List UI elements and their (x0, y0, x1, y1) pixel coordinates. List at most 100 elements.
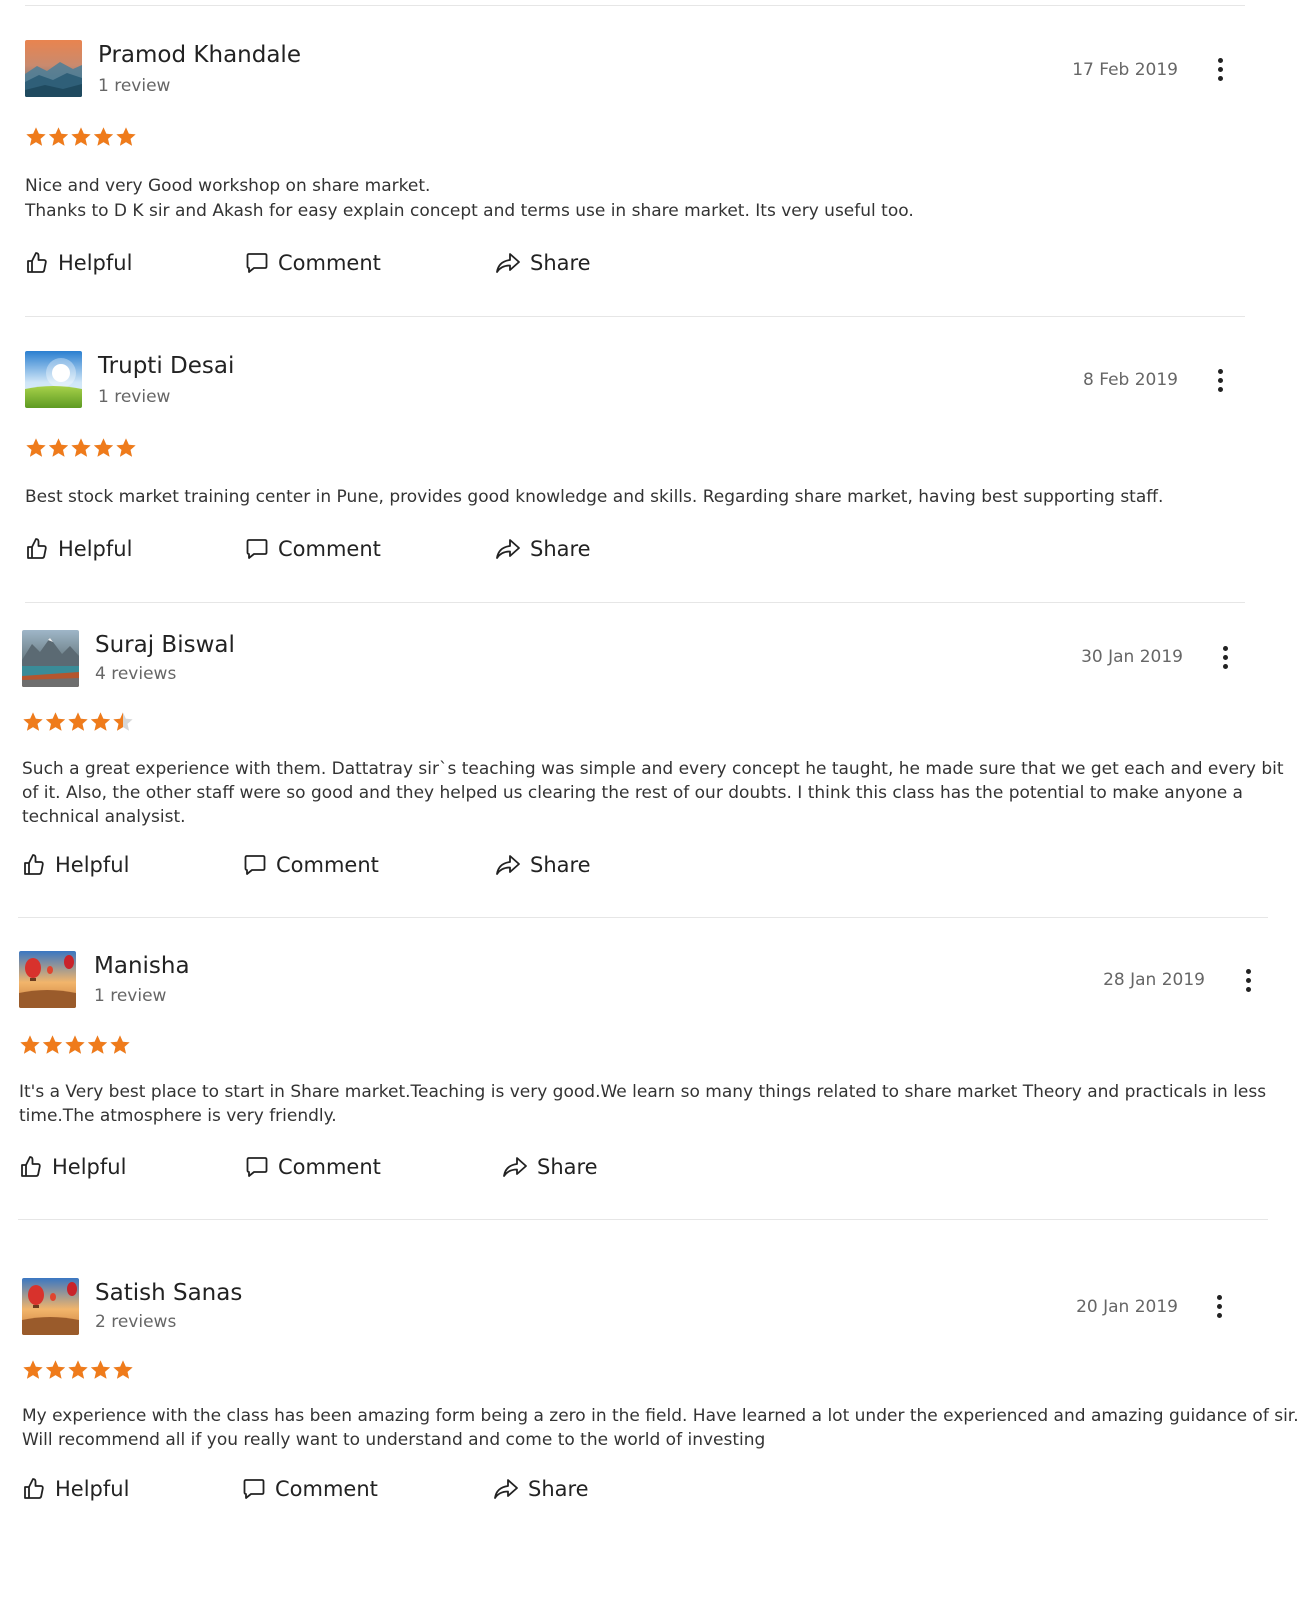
star-icon (71, 438, 91, 457)
comment-button[interactable]: Comment (245, 251, 381, 275)
reviewer-name[interactable]: Satish Sanas (95, 1280, 242, 1306)
share-button[interactable]: Share (495, 537, 591, 561)
star-icon (116, 438, 136, 457)
star-icon (68, 1360, 88, 1379)
stars-svg (23, 1360, 133, 1379)
review-date: 8 Feb 2019 (1083, 370, 1178, 390)
review-date: 20 Jan 2019 (1076, 1297, 1178, 1317)
share-label: Share (530, 853, 591, 877)
reviewer-review-count: 1 review (98, 387, 171, 407)
comment-label: Comment (275, 1477, 378, 1501)
more-options-icon[interactable] (1236, 967, 1260, 997)
review-text: Nice and very Good workshop on share mar… (25, 174, 1265, 223)
review-text-line: Nice and very Good workshop on share mar… (25, 176, 431, 196)
comment-label: Comment (278, 251, 381, 275)
reviewer-review-count: 1 review (94, 986, 167, 1006)
comment-button[interactable]: Comment (245, 537, 381, 561)
review-text-line: My experience with the class has been am… (22, 1406, 1299, 1426)
share-button[interactable]: Share (493, 1477, 589, 1501)
thumbs-up-icon (24, 1478, 44, 1499)
review-text-line: Best stock market training center in Pun… (25, 487, 1164, 507)
comment-button[interactable]: Comment (242, 1477, 378, 1501)
comment-icon (244, 855, 266, 875)
share-label: Share (530, 537, 591, 561)
more-options-icon[interactable] (1213, 644, 1237, 674)
comment-button[interactable]: Comment (243, 853, 379, 877)
review-text: Best stock market training center in Pun… (25, 485, 1265, 509)
star-icon (116, 127, 136, 146)
star-icon (65, 1035, 85, 1054)
reviewer-name[interactable]: Suraj Biswal (95, 632, 235, 658)
reviewer-avatar (22, 1278, 79, 1335)
star-icon (45, 712, 66, 731)
review-text-line: time.The atmosphere is very friendly. (19, 1106, 337, 1126)
share-button[interactable]: Share (495, 251, 591, 275)
share-icon (496, 855, 520, 875)
share-button[interactable]: Share (495, 853, 591, 877)
thumbs-up-icon (24, 854, 44, 875)
thumbs-up-icon (21, 1156, 41, 1177)
more-options-icon[interactable] (1208, 56, 1232, 86)
helpful-button[interactable]: Helpful (25, 537, 132, 561)
review-text-line: of it. Also, the other staff were so goo… (22, 783, 1243, 803)
review-text-line: technical analysist. (22, 807, 186, 827)
reviewer-avatar (19, 951, 76, 1008)
review-date: 30 Jan 2019 (1081, 647, 1183, 667)
share-icon (503, 1157, 527, 1177)
review-divider (25, 602, 1245, 603)
share-button[interactable]: Share (502, 1155, 598, 1179)
star-icon (23, 1360, 43, 1379)
star-rating (19, 1034, 132, 1058)
star-icon (42, 1035, 63, 1054)
star-icon (93, 127, 114, 146)
review-divider (25, 5, 1245, 6)
reviewer-avatar (25, 40, 82, 97)
share-icon (496, 253, 520, 273)
share-label: Share (528, 1477, 589, 1501)
review-text-line: Will recommend all if you really want to… (22, 1430, 766, 1450)
more-options-icon[interactable] (1208, 367, 1232, 397)
review-text: It's a Very best place to start in Share… (19, 1080, 1267, 1128)
helpful-label: Helpful (52, 1155, 127, 1179)
stars-svg (23, 712, 133, 731)
review-date: 17 Feb 2019 (1072, 60, 1178, 80)
star-icon (87, 1035, 108, 1054)
star-icon (26, 127, 46, 146)
star-icon (20, 1035, 40, 1054)
stars-svg (26, 438, 136, 457)
comment-button[interactable]: Comment (245, 1155, 381, 1179)
star-icon (113, 712, 133, 731)
helpful-button[interactable]: Helpful (19, 1155, 126, 1179)
thumbs-up-icon (27, 252, 47, 273)
star-rating (25, 126, 138, 150)
star-icon (110, 1035, 130, 1054)
comment-label: Comment (278, 537, 381, 561)
review-text: My experience with the class has been am… (22, 1404, 1299, 1452)
review-text-line: It's a Very best place to start in Share… (19, 1082, 1267, 1102)
star-icon (71, 127, 91, 146)
star-rating (22, 711, 135, 735)
reviewer-name[interactable]: Pramod Khandale (98, 42, 301, 68)
star-icon (90, 1360, 111, 1379)
reviewer-avatar (22, 630, 79, 687)
stars-svg (20, 1035, 130, 1054)
thumbs-up-icon (27, 538, 47, 559)
star-icon (26, 438, 46, 457)
review-divider (25, 316, 1245, 317)
comment-label: Comment (278, 1155, 381, 1179)
comment-icon (243, 1479, 265, 1499)
helpful-button[interactable]: Helpful (25, 251, 132, 275)
comment-icon (246, 253, 268, 273)
helpful-button[interactable]: Helpful (22, 853, 129, 877)
star-icon (48, 438, 69, 457)
share-icon (496, 539, 520, 559)
helpful-label: Helpful (58, 251, 133, 275)
star-icon (48, 127, 69, 146)
reviewer-name[interactable]: Trupti Desai (98, 353, 234, 379)
comment-label: Comment (276, 853, 379, 877)
helpful-button[interactable]: Helpful (22, 1477, 129, 1501)
reviewer-name[interactable]: Manisha (94, 953, 190, 979)
more-options-icon[interactable] (1207, 1293, 1231, 1323)
reviewer-avatar (25, 351, 82, 408)
star-icon (113, 1360, 133, 1379)
